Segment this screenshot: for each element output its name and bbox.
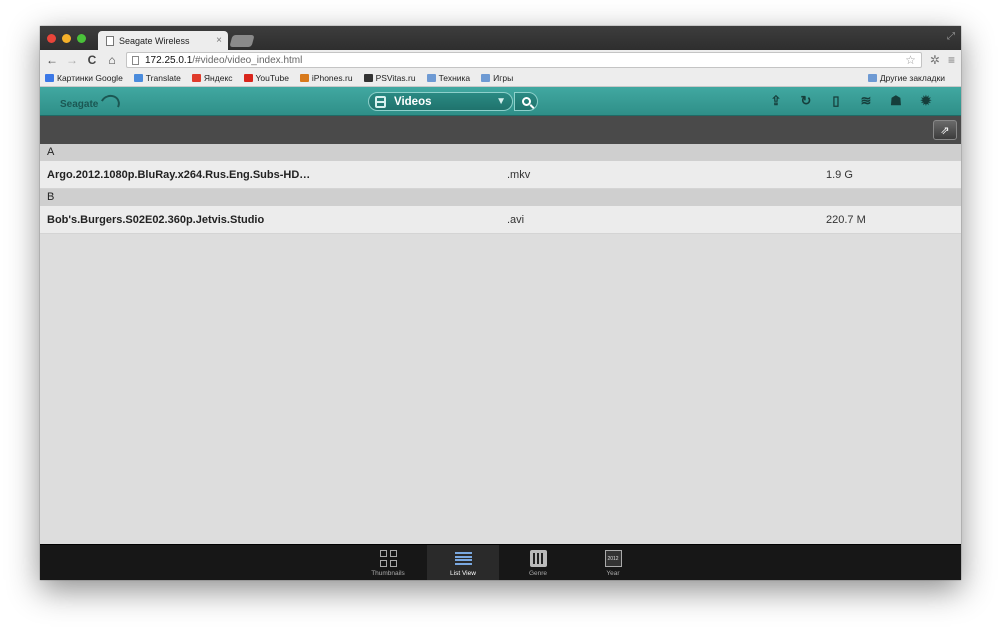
seagate-logo: Seagate (60, 92, 123, 116)
seagate-logo-icon (97, 92, 123, 116)
home-icon[interactable]: ⌂ (106, 53, 118, 67)
header-actions: ⇪ ↻ ▯ ≋ ☗ ✹ (769, 93, 933, 109)
video-list: A Argo.2012.1080p.BluRay.x264.Rus.Eng.Su… (40, 144, 961, 540)
app-header: Seagate Videos ▼ ⇪ ↻ ▯ ≋ ☗ ✹ (40, 87, 961, 116)
media-type-selector[interactable]: Videos ▼ (368, 92, 513, 111)
tab-thumbnails[interactable]: Thumbnails (352, 545, 424, 580)
grid-icon (379, 550, 397, 567)
file-size: 1.9 G (826, 169, 853, 181)
bookmark-item[interactable]: Translate (133, 73, 181, 83)
url-host: 172.25.0.1 (145, 54, 193, 66)
google-icon (45, 74, 54, 82)
list-icon (454, 550, 472, 567)
list-item[interactable]: Argo.2012.1080p.BluRay.x264.Rus.Eng.Subs… (40, 161, 961, 189)
media-type-label: Videos (394, 95, 432, 108)
browser-window: Seagate Wireless × ⤢ ← → C ⌂ 172.25.0.1 … (40, 26, 961, 580)
tab-title: Seagate Wireless (119, 35, 190, 46)
browser-toolbar: ← → C ⌂ 172.25.0.1 /#video/video_index.h… (40, 50, 961, 70)
file-size: 220.7 M (826, 214, 866, 226)
iphones-icon (299, 74, 309, 82)
bookmark-item[interactable]: PSVitas.ru (363, 73, 416, 83)
bookmark-label: Игры (493, 73, 514, 83)
reload-icon[interactable]: C (86, 53, 98, 67)
close-window-button[interactable] (47, 34, 56, 43)
tab-strip: Seagate Wireless × ⤢ (40, 26, 961, 50)
tab-label: Thumbnails (371, 570, 405, 577)
share-button[interactable]: ⇗ (933, 120, 957, 140)
view-mode-bar: Thumbnails List View Genre 2012 Year (40, 544, 961, 580)
bookmark-label: Техника (438, 73, 471, 83)
new-tab-button[interactable] (229, 35, 255, 47)
bookmark-item[interactable]: Картинки Google (45, 73, 123, 83)
yandex-icon (191, 74, 201, 82)
other-bookmarks-label: Другие закладки (879, 73, 945, 83)
logo-text: Seagate (60, 98, 99, 110)
window-controls (47, 34, 86, 43)
page-icon (106, 35, 114, 46)
menu-icon[interactable]: ≡ (948, 53, 955, 67)
zoom-window-button[interactable] (77, 34, 86, 43)
file-extension: .mkv (507, 169, 531, 181)
bookmark-label: Яндекс (203, 73, 233, 83)
file-name: Bob's.Burgers.S02E02.360p.Jetvis.Studio (47, 214, 265, 226)
back-icon[interactable]: ← (46, 53, 58, 67)
device-icon[interactable]: ▯ (829, 93, 843, 109)
settings-icon[interactable]: ✹ (919, 93, 933, 109)
equalizer-icon (529, 550, 547, 567)
translate-icon (133, 74, 143, 82)
folder-icon (426, 74, 436, 82)
upload-icon[interactable]: ⇪ (769, 93, 783, 109)
bookmark-item[interactable]: Игры (481, 73, 513, 83)
other-bookmarks[interactable]: Другие закладки (867, 73, 945, 83)
search-icon (521, 97, 531, 106)
list-empty-area (40, 234, 961, 540)
psvitas-icon (363, 74, 373, 82)
bookmark-label: PSVitas.ru (375, 73, 416, 83)
address-bar[interactable]: 172.25.0.1 /#video/video_index.html ☆ (126, 52, 922, 68)
tab-list-view[interactable]: List View (427, 545, 499, 580)
bookmark-star-icon[interactable]: ☆ (905, 53, 916, 67)
tab-close-icon[interactable]: × (216, 35, 222, 46)
action-bar: ⇗ (40, 116, 961, 144)
url-path: /#video/video_index.html (192, 54, 303, 66)
sync-icon[interactable]: ↻ (799, 93, 813, 109)
group-header: B (40, 189, 961, 206)
tab-genre[interactable]: Genre (502, 545, 574, 580)
tab-label: Genre (528, 570, 548, 577)
bookmark-item[interactable]: Яндекс (191, 73, 233, 83)
fullscreen-icon[interactable]: ⤢ (947, 31, 955, 42)
youtube-icon (243, 74, 253, 82)
search-button[interactable] (514, 92, 538, 111)
folder-icon (867, 74, 877, 82)
folder-icon (481, 74, 491, 82)
forward-icon[interactable]: → (66, 53, 78, 67)
bookmark-label: iPhones.ru (311, 73, 353, 83)
page-icon (132, 55, 139, 65)
users-icon[interactable]: ☗ (889, 93, 903, 109)
extension-icon[interactable]: ✲ (930, 53, 940, 67)
calendar-icon: 2012 (604, 550, 622, 567)
tab-label: List View (450, 570, 476, 577)
bookmark-label: Translate (145, 73, 181, 83)
bookmark-label: Картинки Google (57, 73, 123, 83)
bookmarks-bar: Картинки Google Translate Яндекс YouTube iPh… (40, 70, 961, 87)
bookmark-item[interactable]: YouTube (243, 73, 289, 83)
wifi-icon[interactable]: ≋ (859, 93, 873, 109)
dropdown-arrow-icon: ▼ (496, 96, 506, 107)
tab-year[interactable]: 2012 Year (577, 545, 649, 580)
bookmark-label: YouTube (255, 73, 289, 83)
minimize-window-button[interactable] (62, 34, 71, 43)
list-item[interactable]: Bob's.Burgers.S02E02.360p.Jetvis.Studio … (40, 206, 961, 234)
file-name: Argo.2012.1080p.BluRay.x264.Rus.Eng.Subs… (47, 169, 311, 181)
share-icon: ⇗ (940, 124, 950, 137)
bookmark-item[interactable]: iPhones.ru (299, 73, 353, 83)
file-extension: .avi (507, 214, 525, 226)
film-icon (375, 95, 386, 108)
browser-tab[interactable]: Seagate Wireless × (98, 31, 228, 50)
bookmark-item[interactable]: Техника (426, 73, 471, 83)
tab-label: Year (606, 570, 620, 577)
group-header: A (40, 144, 961, 161)
